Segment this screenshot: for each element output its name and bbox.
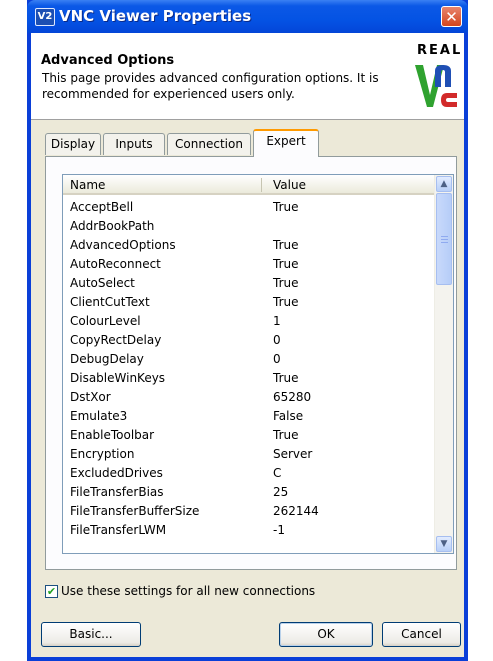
tab-expert[interactable]: Expert: [253, 129, 319, 157]
column-header-value[interactable]: Value: [273, 178, 306, 192]
row-name: AcceptBell: [70, 200, 134, 214]
scrollbar-thumb[interactable]: [436, 193, 452, 285]
list-row[interactable]: AutoSelect True: [63, 274, 436, 293]
list-row[interactable]: ColourLevel 1: [63, 312, 436, 331]
row-value: True: [273, 428, 299, 442]
basic-button[interactable]: Basic...: [41, 622, 141, 647]
tab-display[interactable]: Display: [45, 133, 101, 155]
row-name: FileTransferBias: [70, 485, 164, 499]
ok-button[interactable]: OK: [279, 622, 373, 647]
row-value: 1: [273, 314, 281, 328]
list-header: Name Value: [63, 175, 436, 195]
row-name: CopyRectDelay: [70, 333, 162, 347]
dialog-client-area: Advanced Options This page provides adva…: [31, 33, 464, 657]
chevron-down-icon: ▼: [440, 539, 448, 549]
row-value: -1: [273, 523, 285, 537]
use-for-all-checkbox[interactable]: ✔: [45, 585, 58, 598]
checkmark-icon: ✔: [46, 585, 57, 598]
row-value: 0: [273, 333, 281, 347]
list-row[interactable]: Encryption Server: [63, 445, 436, 464]
row-name: DstXor: [70, 390, 111, 404]
row-name: ColourLevel: [70, 314, 141, 328]
list-row[interactable]: CopyRectDelay 0: [63, 331, 436, 350]
thumb-grip-line: [441, 242, 448, 243]
row-name: AutoReconnect: [70, 257, 161, 271]
row-value: 65280: [273, 390, 312, 404]
row-value: 25: [273, 485, 289, 499]
list-row[interactable]: EnableToolbar True: [63, 426, 436, 445]
use-for-all-label[interactable]: Use these settings for all new connectio…: [61, 584, 315, 598]
scroll-up-button[interactable]: ▲: [436, 176, 452, 192]
close-button[interactable]: ✕: [441, 6, 462, 27]
list-row[interactable]: Emulate3 False: [63, 407, 436, 426]
list-row[interactable]: DstXor 65280: [63, 388, 436, 407]
row-value: True: [273, 276, 299, 290]
row-name: ExcludedDrives: [70, 466, 163, 480]
column-header-name[interactable]: Name: [70, 178, 105, 192]
list-row[interactable]: ClientCutText True: [63, 293, 436, 312]
row-name: AutoSelect: [70, 276, 135, 290]
list-row[interactable]: FileTransferLWM -1: [63, 521, 436, 540]
vertical-scrollbar[interactable]: ▲ ▼: [434, 175, 453, 553]
chevron-up-icon: ▲: [440, 179, 448, 189]
list-row[interactable]: AutoReconnect True: [63, 255, 436, 274]
row-name: Encryption: [70, 447, 135, 461]
row-value: True: [273, 238, 299, 252]
column-divider[interactable]: [261, 178, 262, 192]
vnc-viewer-properties-window: V2 VNC Viewer Properties ✕ Advanced Opti…: [27, 0, 468, 661]
page-title: Advanced Options: [41, 53, 175, 68]
row-value: True: [273, 371, 299, 385]
row-value: False: [273, 409, 304, 423]
row-name: AdvancedOptions: [70, 238, 176, 252]
list-row[interactable]: AcceptBell True: [63, 198, 436, 217]
page-description: This page provides advanced configuratio…: [42, 71, 379, 101]
row-name: Emulate3: [70, 409, 128, 423]
tab-inputs[interactable]: Inputs: [103, 133, 165, 155]
row-value: True: [273, 295, 299, 309]
row-value: True: [273, 257, 299, 271]
list-rows: AcceptBell True AddrBookPath AdvancedOpti…: [63, 198, 436, 540]
row-name: FileTransferLWM: [70, 523, 167, 537]
options-list[interactable]: Name Value AcceptBell True AddrBookPath A…: [62, 174, 454, 554]
row-name: DisableWinKeys: [70, 371, 166, 385]
row-name: FileTransferBufferSize: [70, 504, 200, 518]
cancel-button[interactable]: Cancel: [382, 622, 461, 647]
list-row[interactable]: AddrBookPath: [63, 217, 436, 236]
row-value: C: [273, 466, 282, 480]
list-row[interactable]: FileTransferBufferSize 262144: [63, 502, 436, 521]
window-title: VNC Viewer Properties: [59, 7, 252, 25]
expert-tab-panel: Name Value AcceptBell True AddrBookPath A…: [45, 156, 457, 570]
tab-connection[interactable]: Connection: [167, 133, 251, 155]
scroll-down-button[interactable]: ▼: [436, 536, 452, 552]
row-value: 0: [273, 352, 281, 366]
thumb-grip-line: [441, 236, 448, 237]
vnc-app-icon: V2: [35, 8, 55, 26]
row-name: DebugDelay: [70, 352, 144, 366]
list-row[interactable]: FileTransferBias 25: [63, 483, 436, 502]
list-row[interactable]: ExcludedDrives C: [63, 464, 436, 483]
realvnc-logo-word: REAL: [417, 43, 463, 58]
list-row[interactable]: AdvancedOptions True: [63, 236, 436, 255]
row-name: AddrBookPath: [70, 219, 155, 233]
realvnc-logo-icon: [415, 65, 457, 107]
row-value: Server: [273, 447, 313, 461]
row-value: 262144: [273, 504, 319, 518]
list-row[interactable]: DisableWinKeys True: [63, 369, 436, 388]
list-row[interactable]: DebugDelay 0: [63, 350, 436, 369]
header-panel: Advanced Options This page provides adva…: [31, 33, 464, 120]
close-icon: ✕: [445, 8, 458, 26]
title-bar[interactable]: V2 VNC Viewer Properties ✕: [27, 0, 468, 33]
row-value: True: [273, 200, 299, 214]
thumb-grip-line: [441, 239, 448, 240]
row-name: EnableToolbar: [70, 428, 155, 442]
row-name: ClientCutText: [70, 295, 150, 309]
